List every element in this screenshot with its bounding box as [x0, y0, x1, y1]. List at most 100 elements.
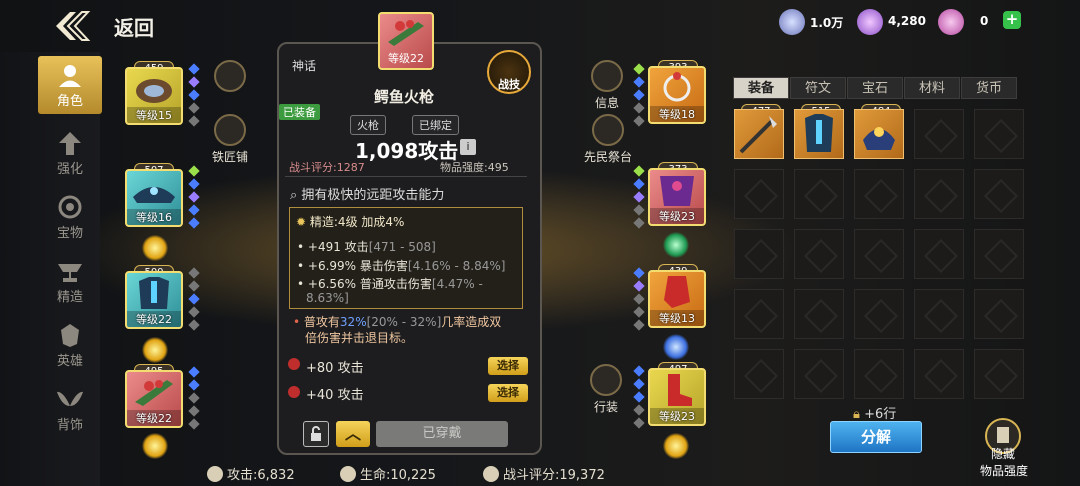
info-button[interactable]: 信息: [590, 60, 624, 111]
equipped-tag: 已装备: [279, 104, 320, 120]
lock-toggle-button[interactable]: [303, 421, 329, 447]
bonus-range: [4.16% - 8.84%]: [407, 259, 506, 273]
lock-icon: [311, 426, 321, 441]
empty-slot[interactable]: [734, 349, 784, 399]
special-text: 几率造成双: [441, 315, 502, 329]
bonus-line: • +6.99% 暴击伤害[4.16% - 8.84%]: [297, 259, 506, 273]
nav-label: 英雄: [56, 354, 83, 369]
side-nav: 角色 强化 宝物 精造 英雄 背饰: [0, 52, 102, 486]
nav-label: 角色: [56, 94, 83, 109]
search-icon: ⌕: [290, 188, 298, 203]
empty-slot[interactable]: [974, 229, 1024, 279]
blacksmith-button[interactable]: 铁匠铺: [206, 114, 254, 165]
empty-slot[interactable]: [914, 109, 964, 159]
nav-character[interactable]: 角色: [38, 56, 102, 114]
outfit-button[interactable]: 行装: [588, 364, 624, 415]
nav-treasure[interactable]: 宝物: [38, 188, 102, 246]
crocodile-gun-icon: [388, 20, 424, 46]
moon-charm-icon[interactable]: [142, 433, 168, 459]
rune-2-value: +40 攻击: [306, 388, 364, 403]
shoulder-armor-icon: [863, 127, 895, 150]
back-label[interactable]: 返回: [114, 12, 154, 41]
anvil-icon: [58, 264, 82, 282]
equip-slot-boots[interactable]: 等级23: [648, 368, 706, 426]
back-arrow-icon[interactable]: [52, 8, 92, 44]
empty-slot[interactable]: [974, 289, 1024, 339]
tab-currency[interactable]: 货币: [961, 77, 1017, 99]
power-text: 战斗评分:19,372: [503, 468, 605, 483]
empty-slot[interactable]: [974, 169, 1024, 219]
glowing-charm-icon[interactable]: [142, 235, 168, 261]
inventory-item[interactable]: [794, 109, 844, 159]
equip-slot-necklace[interactable]: 等级18: [648, 66, 706, 124]
info-icon[interactable]: i: [460, 139, 476, 155]
tab-equipment[interactable]: 装备: [733, 77, 789, 99]
sword-icon: [207, 466, 223, 482]
green-charm-icon[interactable]: [663, 232, 689, 258]
empty-slot[interactable]: [794, 289, 844, 339]
empty-slot[interactable]: [794, 349, 844, 399]
bonus-range: [4.47% -: [431, 277, 483, 291]
tab-materials[interactable]: 材料: [904, 77, 960, 99]
empty-slot[interactable]: [734, 169, 784, 219]
armor-icon: [139, 277, 169, 309]
nav-backpiece[interactable]: 背饰: [38, 380, 102, 438]
slot-level: 等级22: [127, 311, 181, 327]
collapse-button[interactable]: ︿: [336, 421, 370, 447]
glowing-wand-icon[interactable]: [142, 337, 168, 363]
empty-slot[interactable]: [734, 229, 784, 279]
equip-slot-shoulder[interactable]: 等级16: [125, 169, 183, 227]
nav-hero[interactable]: 英雄: [38, 316, 102, 374]
empty-slot[interactable]: [974, 349, 1024, 399]
glowing-charm-icon[interactable]: [663, 433, 689, 459]
empty-slot[interactable]: [914, 169, 964, 219]
equip-slot-gloves[interactable]: 等级13: [648, 270, 706, 328]
wings-icon: [57, 391, 83, 406]
bonus-line: • +491 攻击[471 - 508]: [297, 240, 436, 254]
empty-slot[interactable]: [854, 229, 904, 279]
chevron-up-icon: ︿: [344, 424, 361, 443]
empty-slot[interactable]: [854, 169, 904, 219]
equip-slot-cloak[interactable]: 等级23: [648, 168, 706, 226]
equip-slot-armor[interactable]: 等级22: [125, 271, 183, 329]
altar-icon: [592, 114, 624, 146]
tab-runes[interactable]: 符文: [790, 77, 846, 99]
special-range: [20% - 32%]: [366, 315, 442, 329]
heart-icon: [340, 466, 356, 482]
equipped-button[interactable]: 已穿戴: [376, 421, 508, 447]
empty-slot[interactable]: [794, 229, 844, 279]
select-rune-1-button[interactable]: 选择: [488, 357, 528, 375]
empty-slot[interactable]: [914, 349, 964, 399]
gem-amount: 0: [980, 14, 989, 28]
altar-button[interactable]: 先民祭台: [580, 114, 636, 165]
equipment-filter-button[interactable]: [208, 60, 252, 94]
battle-skill-button[interactable]: 战技: [487, 50, 531, 94]
coin-amount: 1.0万: [810, 16, 844, 30]
inventory-item[interactable]: [734, 109, 784, 159]
inventory-item[interactable]: [854, 109, 904, 159]
gauntlet-icon: [664, 276, 690, 308]
empty-slot[interactable]: [974, 109, 1024, 159]
equip-slot-weapon[interactable]: 等级22: [125, 370, 183, 428]
equip-slot-helmet[interactable]: 等级15: [125, 67, 183, 125]
necklace-icon: [663, 72, 691, 102]
add-gem-button[interactable]: +: [1003, 11, 1021, 29]
blue-charm-icon[interactable]: [663, 334, 689, 360]
empty-slot[interactable]: [854, 349, 904, 399]
card-item-level: 等级22: [388, 52, 424, 65]
empty-slot[interactable]: [914, 229, 964, 279]
empty-slot[interactable]: [794, 169, 844, 219]
nav-refine[interactable]: 精造: [38, 252, 102, 310]
nav-enhance[interactable]: 强化: [38, 124, 102, 182]
nav-label: 精造: [56, 290, 83, 305]
rarity-label: 神话: [292, 59, 317, 73]
shoulder-armor-icon: [133, 187, 175, 203]
decompose-button[interactable]: 分解: [830, 421, 922, 453]
unlock-rows[interactable]: 🔒︎ +6行: [853, 403, 896, 422]
tab-gems[interactable]: 宝石: [847, 77, 903, 99]
empty-slot[interactable]: [854, 289, 904, 339]
empty-slot[interactable]: [914, 289, 964, 339]
nav-label: 宝物: [56, 226, 83, 241]
empty-slot[interactable]: [734, 289, 784, 339]
select-rune-2-button[interactable]: 选择: [488, 384, 528, 402]
